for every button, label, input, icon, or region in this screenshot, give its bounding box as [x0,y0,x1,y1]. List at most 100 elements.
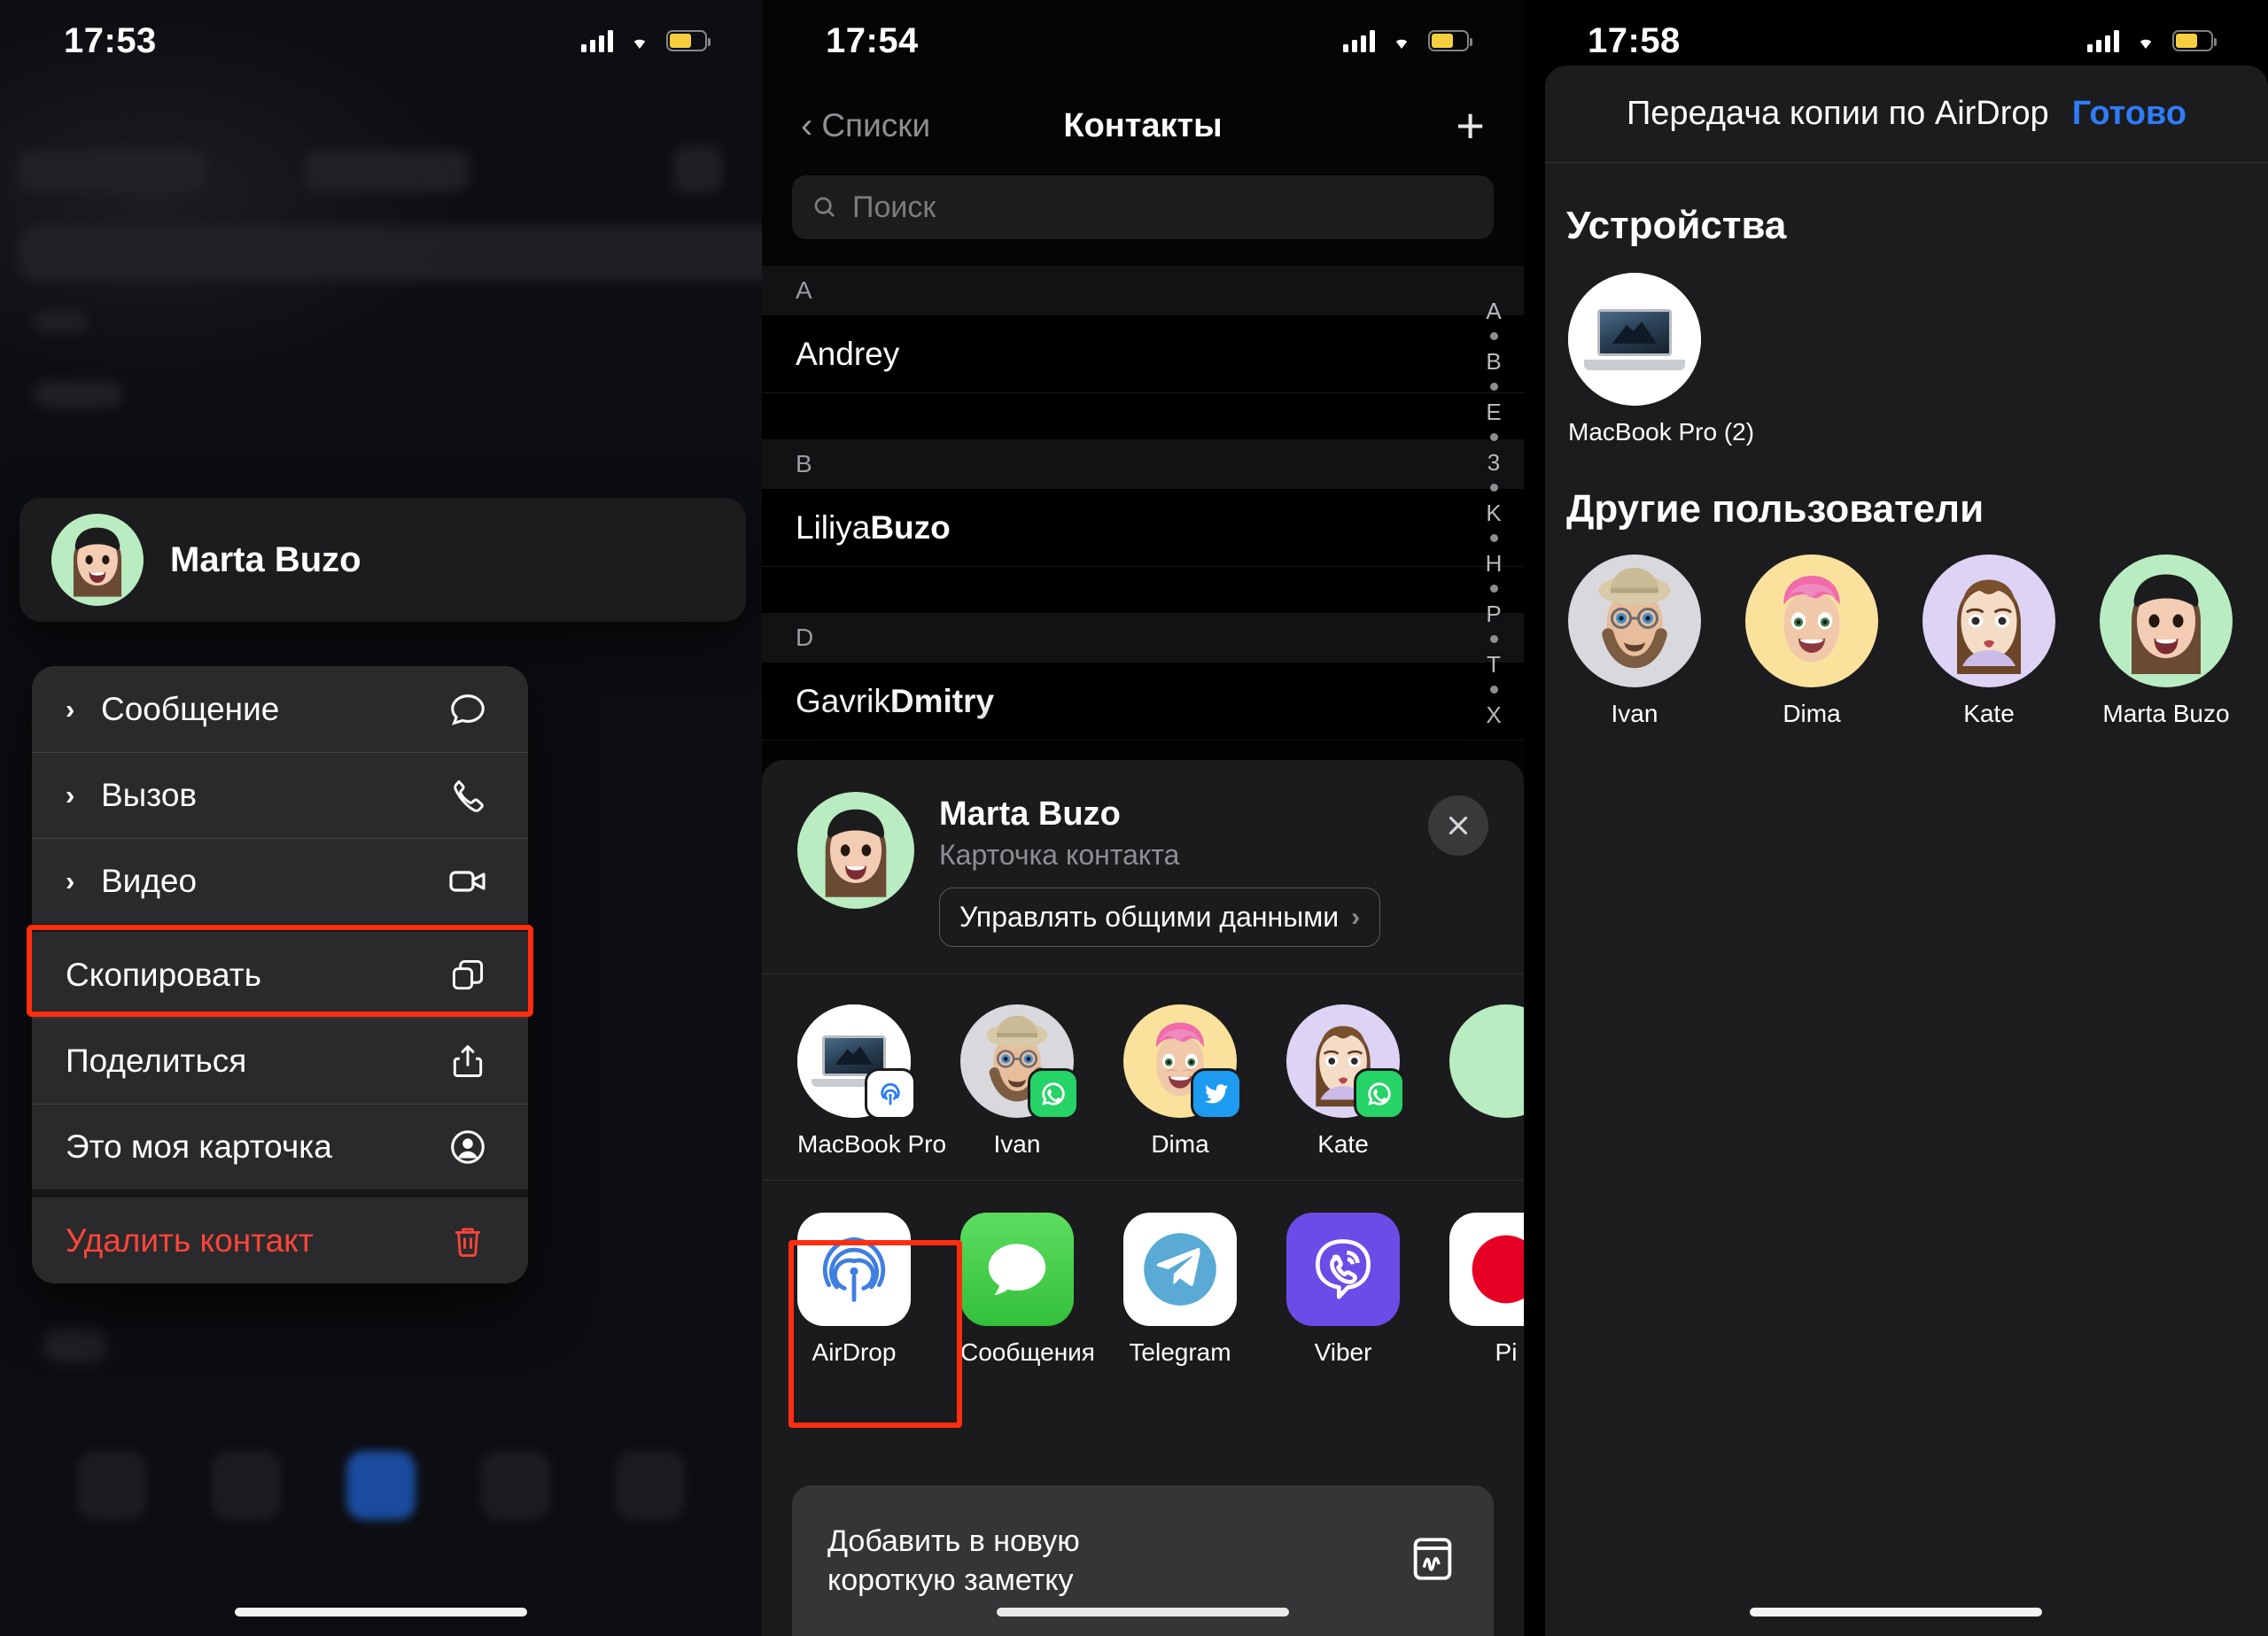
blurred-dock [0,1423,762,1547]
context-menu-label: Это моя карточка [66,1128,332,1165]
three-panel-screenshot: 17:53 Marta Buzo › Сообщение › Вызов › В… [0,0,2268,1636]
devices-list[interactable]: MacBook Pro (2) [1545,248,2268,446]
index-dot [1489,383,1498,391]
video-camera-icon [443,857,493,906]
context-menu-item-my-card[interactable]: Это моя карточка [32,1104,528,1190]
memoji-avatar [1449,1004,1524,1118]
pinterest-icon [1449,1213,1524,1326]
share-app-pinterest[interactable]: Pi [1449,1213,1524,1367]
panel-contacts-share-sheet: 17:54 ‹ Списки Контакты + Поиск A Andrey… [762,0,1524,1636]
context-menu-item-message[interactable]: › Сообщение [32,666,528,752]
wifi-icon [1387,30,1416,51]
share-title: Marta Buzo [939,795,1121,833]
share-target-macbook[interactable]: MacBook Pro [797,1004,946,1159]
share-target-dima[interactable]: Dima [1123,1004,1242,1159]
memoji-avatar [2100,554,2233,687]
airdrop-user-ivan[interactable]: Ivan [1568,554,1701,728]
dock-icon [212,1451,281,1520]
context-menu-item-share[interactable]: Поделиться [32,1018,528,1104]
share-people-row[interactable]: MacBook Pro Ivan Dima Kate [762,974,1524,1181]
airdrop-user-marta[interactable]: Marta Buzo [2100,554,2233,728]
share-app-label: Сообщения [960,1338,1095,1366]
whatsapp-badge-icon [1354,1068,1405,1120]
device-label: MacBook Pro (2) [1568,418,1755,446]
status-time: 17:53 [64,20,157,60]
share-app-viber[interactable]: Viber [1286,1213,1400,1367]
context-menu-item-copy[interactable]: Скопировать [32,932,528,1018]
context-menu-item-delete[interactable]: Удалить контакт [32,1198,528,1283]
status-indicators [581,29,711,52]
user-label: Marta Buzo [2102,700,2230,727]
airdrop-badge-icon [865,1068,916,1120]
index-entry[interactable]: P [1486,602,1501,625]
share-target-kate[interactable]: Kate [1286,1004,1405,1159]
messages-icon [960,1213,1074,1326]
index-entry[interactable]: H [1486,552,1503,575]
user-label: Kate [1963,700,2015,727]
search-input[interactable]: Поиск [792,175,1494,239]
status-time: 17:54 [826,20,919,60]
cellular-signal-icon [581,29,613,52]
copy-icon [443,950,493,1000]
list-item[interactable]: Liliya Buzo [762,489,1524,567]
alphabet-index[interactable]: A B E 3 K H P T X [1474,299,1513,726]
index-entry[interactable]: 3 [1487,451,1500,474]
blurred-ui-block [34,312,87,331]
share-app-label: Telegram [1129,1338,1231,1366]
blurred-ui-block [673,146,722,192]
context-menu-item-call[interactable]: › Вызов [32,752,528,838]
home-indicator [1750,1608,2042,1617]
cellular-signal-icon [2087,29,2119,52]
airdrop-sheet: Передача копии по AirDrop Готово Устройс… [1545,66,2268,1636]
battery-icon [1428,30,1472,51]
index-entry[interactable]: E [1486,400,1501,423]
contact-preview-card[interactable]: Marta Buzo [19,498,746,622]
blurred-ui-block [306,151,470,191]
back-button[interactable]: ‹ Списки [801,106,930,146]
trash-icon [443,1216,493,1266]
airdrop-user-kate[interactable]: Kate [1922,554,2055,728]
list-spacer [762,393,1524,439]
airdrop-device-macbook[interactable]: MacBook Pro (2) [1568,273,1755,446]
airdrop-user-dima[interactable]: Dima [1745,554,1878,728]
share-app-airdrop[interactable]: AirDrop [797,1213,911,1367]
contact-first-name: Andrey [796,335,900,372]
context-menu-item-video[interactable]: › Видео [32,838,528,924]
index-entry[interactable]: A [1486,299,1501,322]
share-app-telegram[interactable]: Telegram [1123,1213,1237,1367]
manage-shared-data-button[interactable]: Управлять общими данными › [939,888,1381,947]
index-entry[interactable]: X [1486,703,1501,726]
share-target-label: Ivan [993,1130,1041,1158]
chevron-left-icon: ‹ [801,105,813,145]
share-target-partial[interactable] [1449,1004,1524,1130]
share-target-ivan[interactable]: Ivan [960,1004,1079,1159]
chevron-right-icon: › [66,694,75,725]
other-users-list[interactable]: Ivan Dima Kate Marta Buzo [1545,531,2268,728]
index-dot [1489,686,1498,694]
memoji-avatar [1286,1004,1405,1120]
close-button[interactable] [1428,795,1488,856]
context-menu-label: Скопировать [66,956,261,993]
list-item[interactable]: Gavrik Dmitry [762,663,1524,740]
share-target-label: Dima [1151,1130,1209,1158]
add-contact-button[interactable]: + [1456,101,1485,151]
blurred-ui-block [19,226,762,281]
avatar [51,514,144,606]
share-icon [443,1036,493,1086]
share-app-label: Viber [1314,1338,1372,1366]
share-apps-row[interactable]: AirDrop Сообщения Telegram Viber Pi [762,1181,1524,1393]
share-subtitle: Карточка контакта [939,839,1180,871]
index-entry[interactable]: B [1486,350,1501,373]
home-indicator [235,1608,527,1617]
whatsapp-badge-icon [1028,1068,1079,1120]
chevron-right-icon: › [66,779,75,810]
context-menu: › Сообщение › Вызов › Видео Скопировать … [32,666,528,1283]
list-item[interactable]: Andrey [762,315,1524,393]
done-button[interactable]: Готово [2072,95,2186,133]
wifi-icon [625,30,654,51]
context-menu-label: Поделиться [66,1042,247,1079]
index-entry[interactable]: T [1487,653,1501,676]
share-app-messages[interactable]: Сообщения [960,1213,1095,1367]
avatar [797,792,914,909]
index-entry[interactable]: K [1486,501,1501,524]
